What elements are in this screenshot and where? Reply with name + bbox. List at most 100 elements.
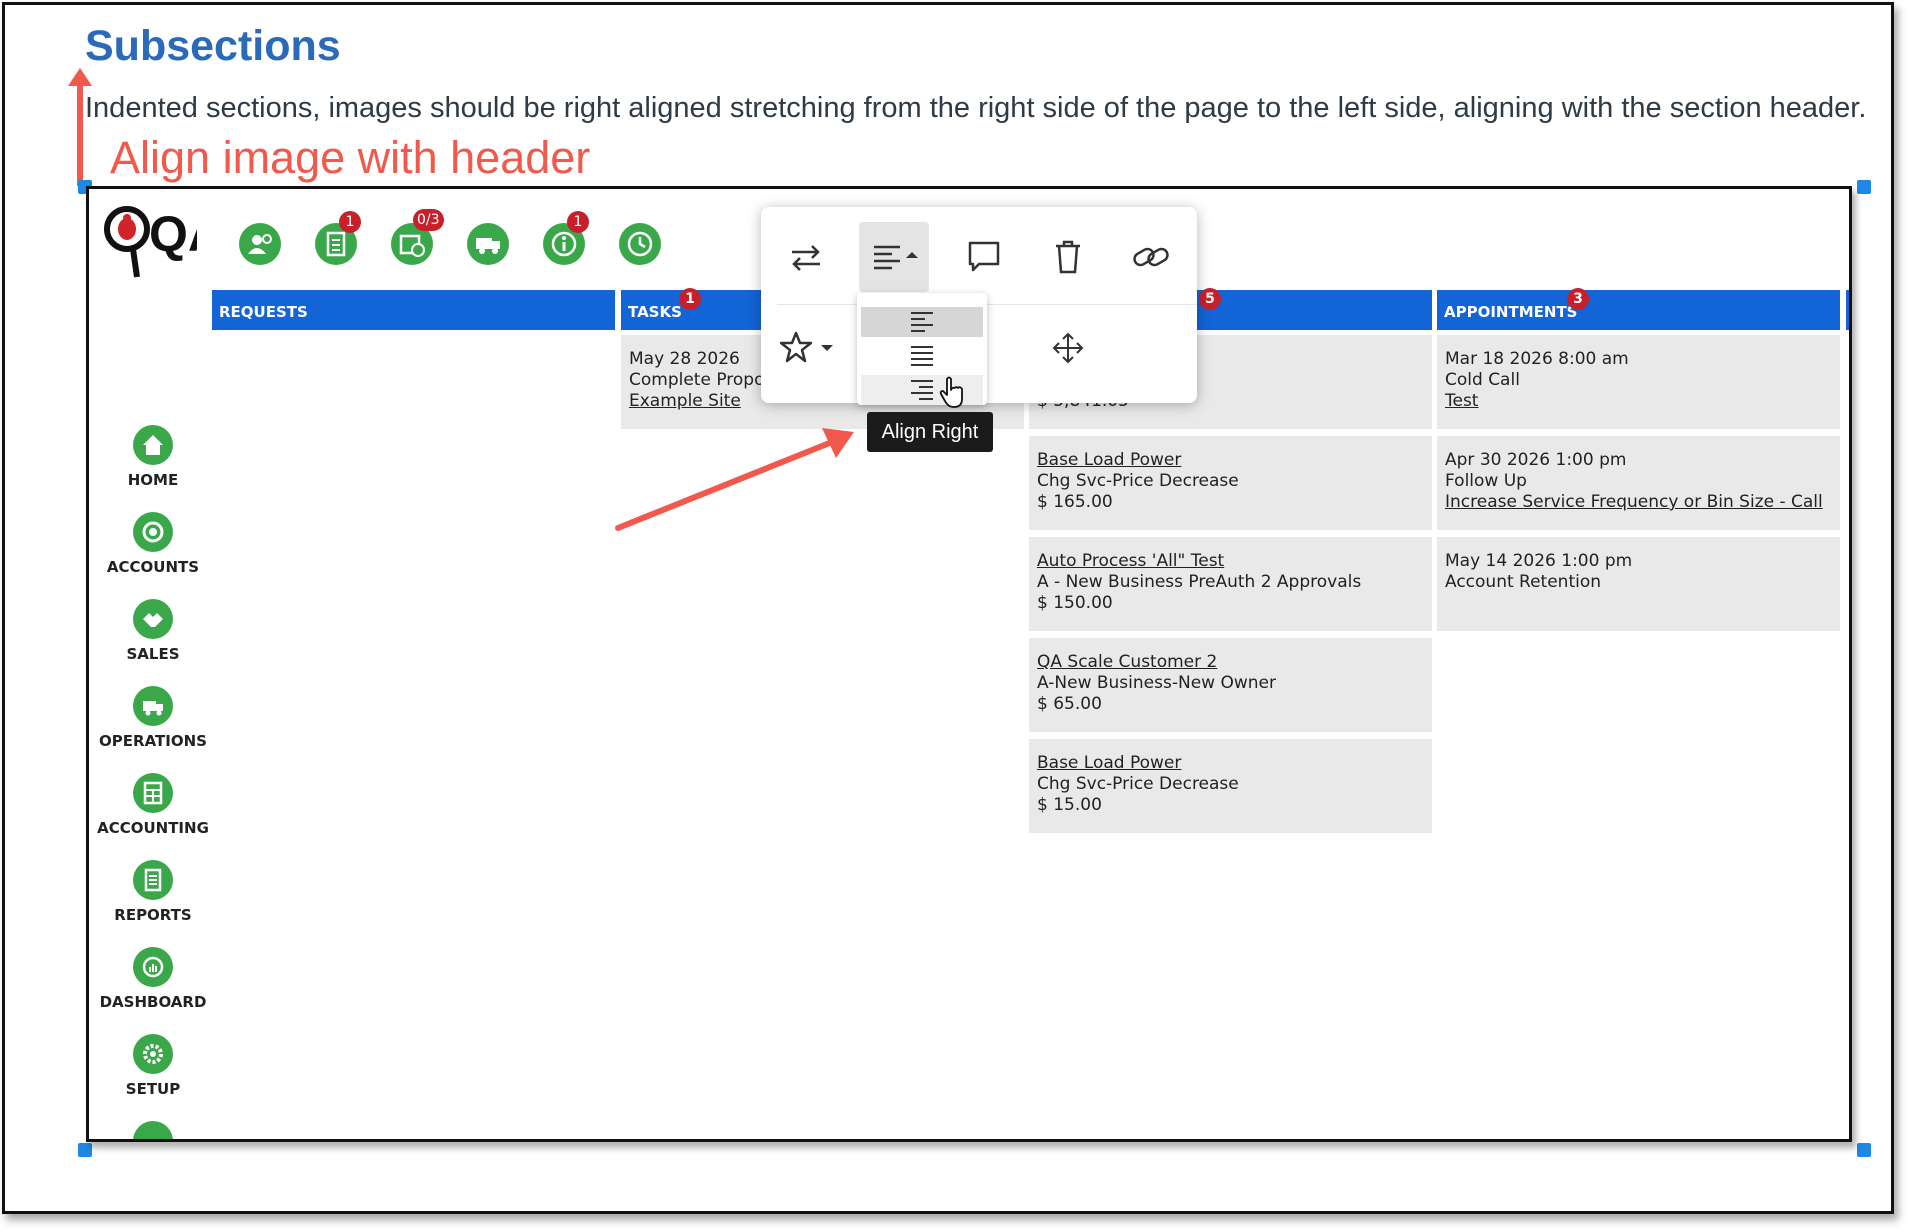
comment-button[interactable] [949,222,1019,292]
align-center-option[interactable] [861,341,983,371]
history-icon[interactable] [619,223,661,265]
handshake-icon [133,599,173,639]
column-requests: REQUESTS [212,290,615,330]
calculator-icon [133,773,173,813]
column-appointments: APPOINTMENTS 3 [1437,288,1840,330]
nav-label: REPORTS [114,906,192,924]
annotation-arrow-icon [615,428,854,531]
annotation-text: Align image with header [110,132,591,183]
opportunity-link[interactable]: QA Scale Customer 2 [1037,652,1424,673]
align-icon [874,245,918,270]
opportunity-link[interactable]: Auto Process 'All" Test [1037,551,1424,572]
truck-icon [133,686,173,726]
opportunity-amount: $ 165.00 [1037,492,1113,512]
truck-icon[interactable] [467,223,509,265]
headset-icon [133,512,173,552]
align-left-icon [911,312,933,332]
embedded-screenshot[interactable]: QA 1 0/3 1 REQUESTS TASKS 1 5 APPOINTMEN… [86,186,1852,1142]
section-heading: Subsections [85,22,341,70]
nav-more[interactable] [89,1121,217,1139]
link-button[interactable] [1116,222,1186,292]
chart-icon [133,947,173,987]
star-dropdown-button[interactable] [773,313,843,383]
swap-button[interactable] [771,222,841,292]
move-icon [1052,332,1084,364]
opportunity-card[interactable]: QA Scale Customer 2 A-New Business-New O… [1029,638,1432,732]
database-icon [133,1121,173,1139]
appointment-card[interactable]: May 14 2026 1:00 pm Account Retention [1437,537,1840,631]
nav-label: SALES [126,645,180,663]
appointment-type: Cold Call [1445,370,1520,390]
appointment-card[interactable]: Apr 30 2026 1:00 pm Follow Up Increase S… [1437,436,1840,530]
opportunity-type: A - New Business PreAuth 2 Approvals [1037,572,1362,592]
checklist-icon[interactable]: 1 [315,211,361,265]
hand-cursor-icon [939,376,963,408]
appointment-type: Account Retention [1445,572,1602,592]
document-icon [133,860,173,900]
toolbar-divider [777,304,1197,305]
appointment-type: Follow Up [1445,471,1527,491]
section-description: Indented sections, images should be righ… [85,92,1867,124]
tasks-badge: 1 [679,288,701,310]
nav-label: OPERATIONS [99,732,207,750]
opportunity-link[interactable]: Base Load Power [1037,753,1424,774]
column-edge [1846,290,1849,330]
qa-logo: QA [97,197,224,287]
appointment-link[interactable]: Increase Service Frequency or Bin Size -… [1445,492,1832,513]
appointments-badge: 3 [1567,288,1589,310]
resize-handle-bottom-left[interactable] [78,1143,92,1157]
svg-text:QA: QA [149,206,197,262]
nav-dashboard[interactable]: DASHBOARD [89,947,217,1011]
swap-icon [792,245,820,271]
nav-label: ACCOUNTING [97,819,209,837]
comment-icon [968,241,1000,272]
star-icon [779,331,833,363]
link-icon [1133,247,1169,267]
opportunity-amount: $ 150.00 [1037,593,1113,613]
align-center-icon [911,346,933,366]
nav-accounts[interactable]: ACCOUNTS [89,512,217,576]
calendar-clock-icon[interactable]: 0/3 [391,209,444,265]
resize-handle-bottom-right[interactable] [1857,1143,1871,1157]
appointment-link[interactable]: Test [1445,391,1832,412]
home-icon [133,425,173,465]
nav-label: ACCOUNTS [106,558,200,576]
opportunity-type: Chg Svc-Price Decrease [1037,471,1239,491]
opportunity-type: A-New Business-New Owner [1037,673,1276,693]
appointment-card[interactable]: Mar 18 2026 8:00 am Cold Call Test [1437,335,1840,429]
gear-icon [133,1034,173,1074]
align-left-option[interactable] [861,307,983,337]
user-help-icon[interactable] [239,223,281,265]
nav-label: DASHBOARD [99,993,207,1011]
opportunity-amount: $ 65.00 [1037,694,1102,714]
opportunity-link[interactable]: Base Load Power [1037,450,1424,471]
opportunity-card[interactable]: Base Load Power Chg Svc-Price Decrease $… [1029,739,1432,833]
annotation-up-arrow-icon [68,68,92,186]
calendar-badge: 0/3 [413,209,444,231]
nav-label: SETUP [125,1080,181,1098]
appointment-date: May 14 2026 1:00 pm [1445,551,1633,571]
nav-home[interactable]: HOME [89,425,217,489]
nav-operations[interactable]: OPERATIONS [89,686,217,750]
align-right-tooltip: Align Right [867,412,993,452]
opportunity-card[interactable]: Auto Process 'All" Test A - New Business… [1029,537,1432,631]
opportunity-card[interactable]: Base Load Power Chg Svc-Price Decrease $… [1029,436,1432,530]
info-badge: 1 [567,211,589,233]
nav-setup[interactable]: SETUP [89,1034,217,1098]
resize-handle-top-right[interactable] [1857,180,1871,194]
nav-reports[interactable]: REPORTS [89,860,217,924]
appointment-date: Apr 30 2026 1:00 pm [1445,450,1627,470]
nav-label: HOME [127,471,179,489]
info-icon[interactable]: 1 [543,211,589,265]
opportunity-amount: $ 15.00 [1037,795,1102,815]
move-button[interactable] [1033,313,1103,383]
align-dropdown-button[interactable] [859,222,929,292]
nav-sales[interactable]: SALES [89,599,217,663]
delete-button[interactable] [1033,222,1103,292]
checklist-badge: 1 [339,211,361,233]
opportunity-type: Chg Svc-Price Decrease [1037,774,1239,794]
align-right-icon [911,380,933,400]
trash-icon [1056,240,1080,274]
appointment-date: Mar 18 2026 8:00 am [1445,349,1629,369]
nav-accounting[interactable]: ACCOUNTING [89,773,217,837]
